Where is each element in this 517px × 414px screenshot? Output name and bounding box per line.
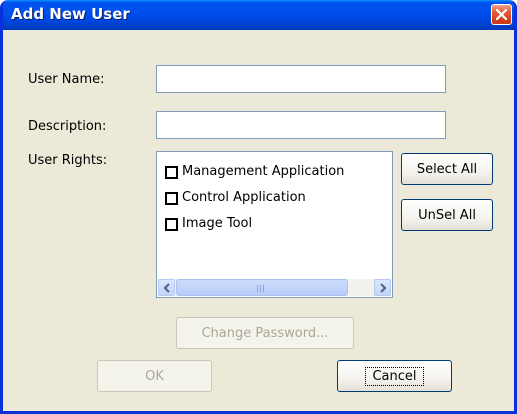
scroll-right-button[interactable] <box>374 279 391 296</box>
close-button[interactable] <box>491 4 512 25</box>
cancel-label: Cancel <box>365 366 424 386</box>
user-name-field-box <box>156 65 446 93</box>
ok-label: OK <box>145 368 164 384</box>
unselect-all-label: UnSel All <box>418 207 476 223</box>
cancel-button[interactable]: Cancel <box>337 360 452 392</box>
control-application-checkbox[interactable] <box>165 192 178 205</box>
management-application-checkbox[interactable] <box>165 166 178 179</box>
list-item-label: Management Application <box>182 164 345 179</box>
user-name-input[interactable] <box>157 66 445 92</box>
image-tool-checkbox[interactable] <box>165 218 178 231</box>
select-all-button[interactable]: Select All <box>401 153 493 185</box>
chevron-left-icon <box>163 283 170 293</box>
change-password-label: Change Password... <box>201 325 329 341</box>
user-rights-list[interactable]: Management Application Control Applicati… <box>156 151 393 298</box>
description-field-box <box>156 111 446 139</box>
list-item-label: Image Tool <box>182 216 253 231</box>
horizontal-scrollbar[interactable] <box>158 279 391 296</box>
change-password-button[interactable]: Change Password... <box>176 317 354 349</box>
scroll-left-button[interactable] <box>158 279 175 296</box>
user-rights-label: User Rights: <box>28 153 108 168</box>
select-all-label: Select All <box>416 161 478 177</box>
list-item-label: Control Application <box>182 190 306 205</box>
description-label: Description: <box>28 119 107 134</box>
chevron-right-icon <box>380 283 387 293</box>
window-title: Add New User <box>11 5 130 23</box>
ok-button[interactable]: OK <box>97 360 212 392</box>
scroll-thumb[interactable] <box>176 279 348 296</box>
add-user-dialog: Add New User User Name: Description: Use… <box>0 0 517 414</box>
grip-icon <box>257 285 267 292</box>
title-bar[interactable]: Add New User <box>3 0 514 30</box>
unselect-all-button[interactable]: UnSel All <box>401 199 493 231</box>
user-name-label: User Name: <box>28 72 105 87</box>
close-icon <box>496 9 507 20</box>
description-input[interactable] <box>157 112 445 138</box>
